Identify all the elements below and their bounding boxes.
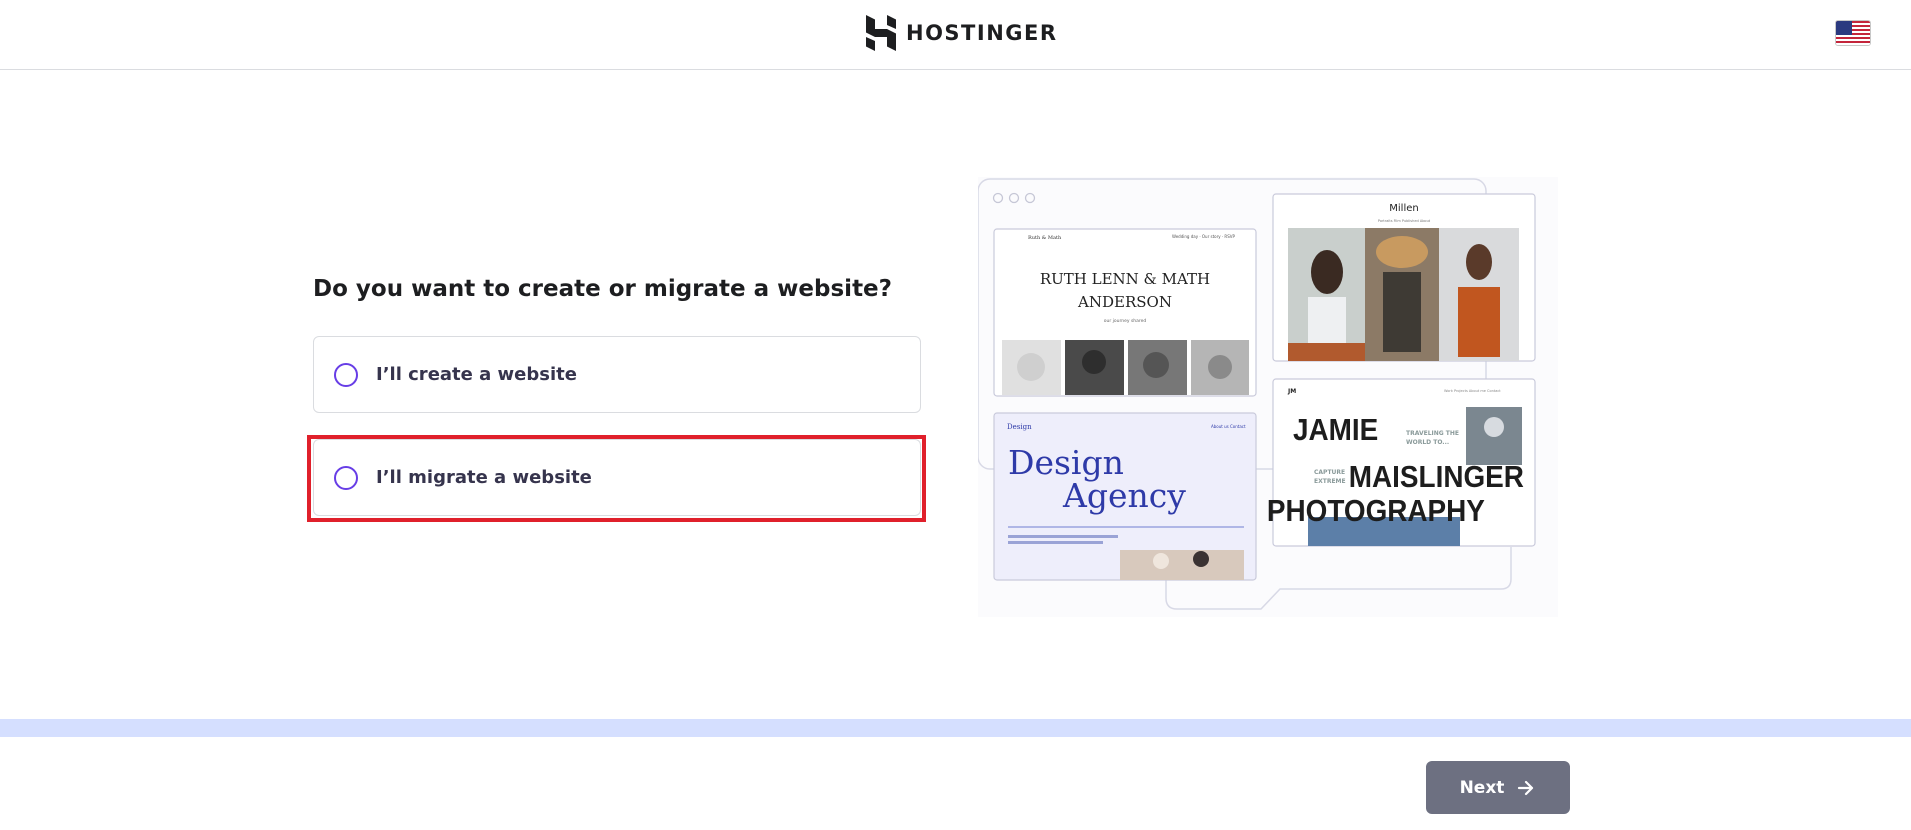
create-website-label: I’ll create a website [376, 364, 577, 385]
svg-text:ANDERSON: ANDERSON [1077, 293, 1172, 311]
svg-text:Agency: Agency [1062, 476, 1186, 515]
create-website-option[interactable]: I’ll create a website [313, 336, 921, 413]
migrate-website-label: I’ll migrate a website [376, 467, 592, 488]
svg-text:PHOTOGRAPHY: PHOTOGRAPHY [1267, 494, 1485, 529]
svg-text:WORLD TO...: WORLD TO... [1406, 439, 1449, 446]
page-question: Do you want to create or migrate a websi… [313, 276, 892, 302]
top-header: HOSTINGER [0, 0, 1911, 70]
next-button-label: Next [1459, 777, 1505, 798]
svg-text:JM: JM [1287, 388, 1296, 395]
us-flag-icon[interactable] [1835, 20, 1871, 46]
svg-text:EXTREME: EXTREME [1314, 478, 1346, 485]
hostinger-logo-icon [866, 15, 896, 51]
svg-text:RUTH LENN & MATH: RUTH LENN & MATH [1040, 270, 1210, 288]
migrate-website-option[interactable]: I’ll migrate a website [313, 439, 921, 516]
website-templates-illustration: Ruth & Math Wedding day · Our story · RS… [978, 177, 1558, 617]
logo-text: HOSTINGER [906, 21, 1058, 45]
svg-text:Ruth & Math: Ruth & Math [1028, 235, 1062, 241]
arrow-right-icon [1518, 780, 1534, 795]
hostinger-logo[interactable]: HOSTINGER [866, 15, 1058, 51]
svg-text:Wedding day · Our story · RSVP: Wedding day · Our story · RSVP [1172, 234, 1235, 239]
svg-text:JAMIE: JAMIE [1293, 413, 1378, 448]
migrate-website-radio[interactable] [334, 465, 358, 490]
svg-text:MAISLINGER: MAISLINGER [1349, 460, 1524, 495]
svg-text:Millen: Millen [1389, 203, 1418, 214]
create-website-radio[interactable] [334, 362, 358, 387]
svg-text:our journey shared: our journey shared [1104, 318, 1147, 324]
progress-bar [0, 719, 1911, 737]
svg-text:Portraits Film Published: Portraits Film Published About [1378, 219, 1431, 223]
svg-text:TRAVELING THE: TRAVELING THE [1406, 430, 1459, 437]
next-button[interactable]: Next [1426, 761, 1570, 814]
svg-text:Work Projects About me C: Work Projects About me Contact [1444, 389, 1501, 393]
language-selector-flag [1836, 21, 1870, 45]
svg-text:Design: Design [1007, 423, 1032, 431]
svg-text:About us Contact: About us Contact [1211, 424, 1246, 429]
svg-text:CAPTURE: CAPTURE [1314, 469, 1345, 476]
